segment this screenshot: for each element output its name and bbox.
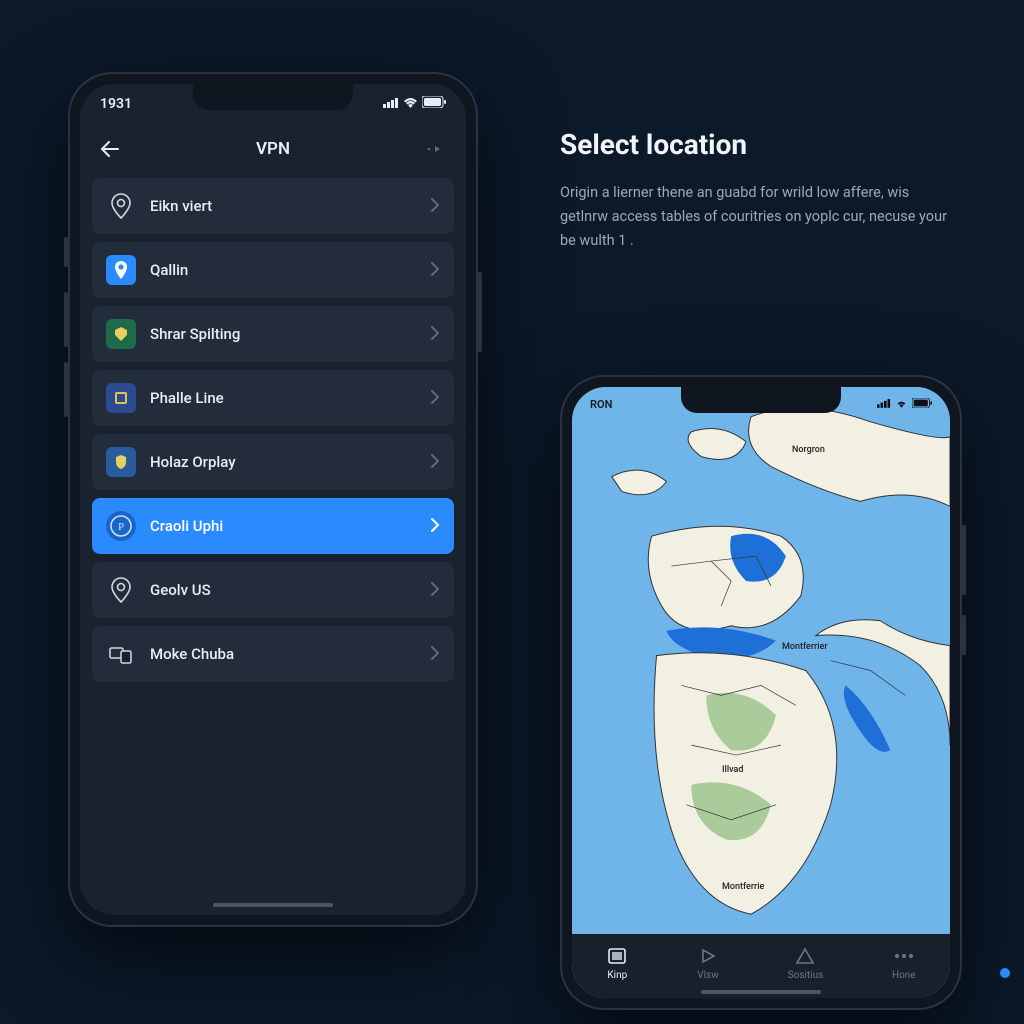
view-tab-icon: [697, 945, 719, 967]
mute-switch: [64, 237, 68, 267]
list-item[interactable]: Moke Chuba: [92, 626, 454, 682]
location-list: Eikn viert Qallin Shrar Sp: [80, 174, 466, 686]
battery-icon: [422, 96, 446, 112]
tab-bar: Kinp Vlsw Sositius Hone: [572, 934, 950, 998]
list-item-label: Eikn viert: [150, 197, 417, 215]
status-time: 1931: [100, 96, 132, 112]
headline-body: Origin a lierner thene an guabd for wril…: [560, 181, 960, 253]
list-item-label: Holaz Orplay: [150, 453, 417, 471]
coin-emblem-icon: P: [106, 511, 136, 541]
list-item-label: Craoli Uphi: [150, 517, 417, 535]
svg-text:P: P: [118, 521, 124, 533]
list-item[interactable]: Eikn viert: [92, 178, 454, 234]
list-item[interactable]: Qallin: [92, 242, 454, 298]
headline-title: Select location: [560, 128, 960, 161]
list-item[interactable]: Phalle Line: [92, 370, 454, 426]
chevron-right-icon: [431, 452, 440, 473]
map-tab-icon: [606, 945, 628, 967]
chevron-right-icon: [431, 388, 440, 409]
location-pin-outline-icon: [106, 575, 136, 605]
wifi-icon: [895, 398, 908, 411]
accent-dot: [1000, 968, 1010, 978]
power-button: [478, 272, 482, 352]
map-label-africa: Illvad: [722, 765, 743, 775]
volume-up-button: [64, 292, 68, 347]
list-item-label: Qallin: [150, 261, 417, 279]
alert-tab-icon: [794, 945, 816, 967]
list-item-label: Geolv US: [150, 581, 417, 599]
home-indicator[interactable]: [213, 903, 333, 907]
phone-frame-right: RON: [560, 375, 962, 1010]
location-pin-outline-icon: [106, 191, 136, 221]
tab-sositius[interactable]: Sositius: [788, 945, 824, 981]
shield-emblem-icon: [106, 319, 136, 349]
list-item-label: Phalle Line: [150, 389, 417, 407]
tab-vlsw[interactable]: Vlsw: [697, 945, 719, 981]
crest-icon: [106, 383, 136, 413]
map-label-mid: Montferrier: [782, 642, 828, 652]
chevron-right-icon: [431, 580, 440, 601]
notch: [193, 84, 353, 110]
phone-frame-left: 1931 VPN: [68, 72, 478, 927]
battery-icon: [912, 398, 932, 411]
more-tab-icon: [893, 945, 915, 967]
tab-label: Vlsw: [697, 970, 718, 981]
wifi-icon: [403, 96, 418, 112]
list-item-label: Moke Chuba: [150, 645, 417, 663]
list-item[interactable]: Holaz Orplay: [92, 434, 454, 490]
tab-kinp[interactable]: Kinp: [606, 945, 628, 981]
location-pin-filled-icon: [106, 255, 136, 285]
list-item[interactable]: Geolv US: [92, 562, 454, 618]
tab-label: Kinp: [607, 970, 627, 981]
chevron-right-icon: [431, 196, 440, 217]
volume-down-button: [64, 362, 68, 417]
map-label-south: Montferrie: [722, 882, 764, 892]
header-title: VPN: [256, 139, 290, 159]
phone-screen-left: 1931 VPN: [80, 84, 466, 915]
power-button: [962, 525, 966, 595]
badge-icon: [106, 447, 136, 477]
status-icons: [877, 398, 932, 411]
home-indicator[interactable]: [701, 990, 821, 994]
devices-icon: [106, 639, 136, 669]
tab-label: Hone: [892, 970, 916, 981]
cellular-signal-icon: [877, 398, 891, 411]
chevron-right-icon: [431, 324, 440, 345]
map-label-north: Norgron: [792, 445, 825, 455]
back-button[interactable]: [96, 135, 124, 163]
headline-block: Select location Origin a lierner thene a…: [560, 128, 960, 253]
tab-hone[interactable]: Hone: [892, 945, 916, 981]
chevron-right-icon: [431, 516, 440, 537]
list-item-label: Shrar Spilting: [150, 325, 417, 343]
forward-button[interactable]: [422, 135, 450, 163]
list-item[interactable]: Shrar Spilting: [92, 306, 454, 362]
list-item-selected[interactable]: P Craoli Uphi: [92, 498, 454, 554]
chevron-right-icon: [431, 260, 440, 281]
status-label: RON: [590, 398, 612, 411]
cellular-signal-icon: [383, 96, 399, 112]
app-header: VPN: [80, 124, 466, 174]
tab-label: Sositius: [788, 970, 824, 981]
side-button-small: [962, 615, 966, 655]
world-map[interactable]: [572, 387, 950, 994]
notch: [681, 387, 841, 413]
chevron-right-icon: [431, 644, 440, 665]
status-icons: [383, 96, 446, 112]
phone-screen-right: RON: [572, 387, 950, 998]
